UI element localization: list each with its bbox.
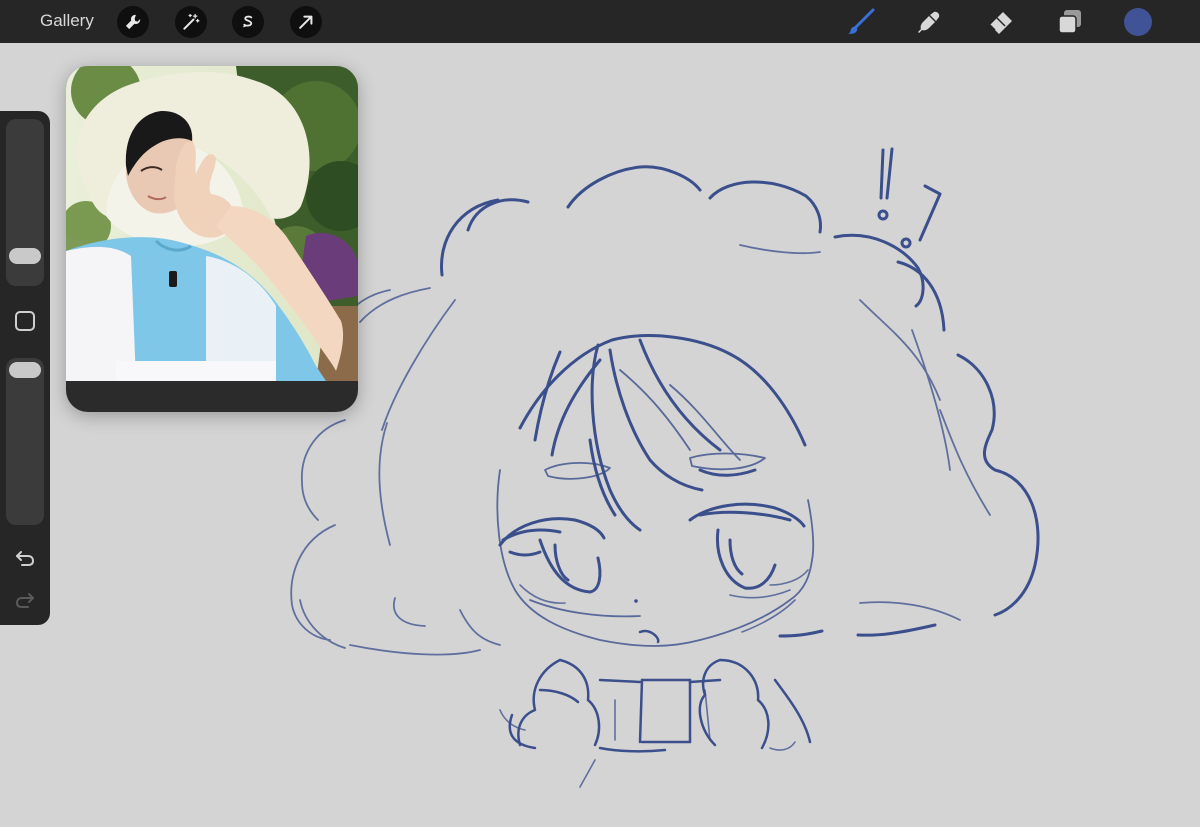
- selection-s-icon[interactable]: [232, 6, 264, 38]
- face-bangs: [518, 334, 807, 532]
- brush-size-knob[interactable]: [9, 248, 41, 264]
- opacity-knob[interactable]: [9, 362, 41, 378]
- hair-outline: [440, 165, 1040, 638]
- undo-icon[interactable]: [13, 546, 37, 570]
- redo-icon[interactable]: [13, 588, 37, 612]
- body-details: [499, 689, 796, 788]
- exclamation-marks: [877, 147, 942, 249]
- nose: [634, 599, 638, 603]
- top-toolbar: Gallery: [0, 0, 1200, 43]
- mouth: [638, 629, 660, 644]
- wrench-icon[interactable]: [117, 6, 149, 38]
- color-picker-button[interactable]: [1124, 8, 1152, 36]
- arrow-transform-icon[interactable]: [290, 6, 322, 38]
- body-hands: [508, 658, 812, 753]
- magic-wand-icon[interactable]: [175, 6, 207, 38]
- face-outline: [496, 369, 815, 647]
- opacity-slider[interactable]: [6, 358, 44, 525]
- hair-outline-light: [290, 244, 991, 656]
- reference-window[interactable]: [66, 66, 358, 412]
- brush-icon[interactable]: [846, 7, 876, 37]
- brush-size-slider[interactable]: [6, 119, 44, 286]
- smudge-icon[interactable]: [914, 7, 944, 37]
- eraser-icon[interactable]: [985, 7, 1015, 37]
- modify-square-icon[interactable]: [14, 310, 36, 332]
- gallery-button[interactable]: Gallery: [40, 11, 94, 31]
- left-sidebar: [0, 111, 50, 625]
- eyes: [498, 502, 806, 594]
- reference-photo: [66, 66, 358, 381]
- layers-icon[interactable]: [1055, 7, 1085, 37]
